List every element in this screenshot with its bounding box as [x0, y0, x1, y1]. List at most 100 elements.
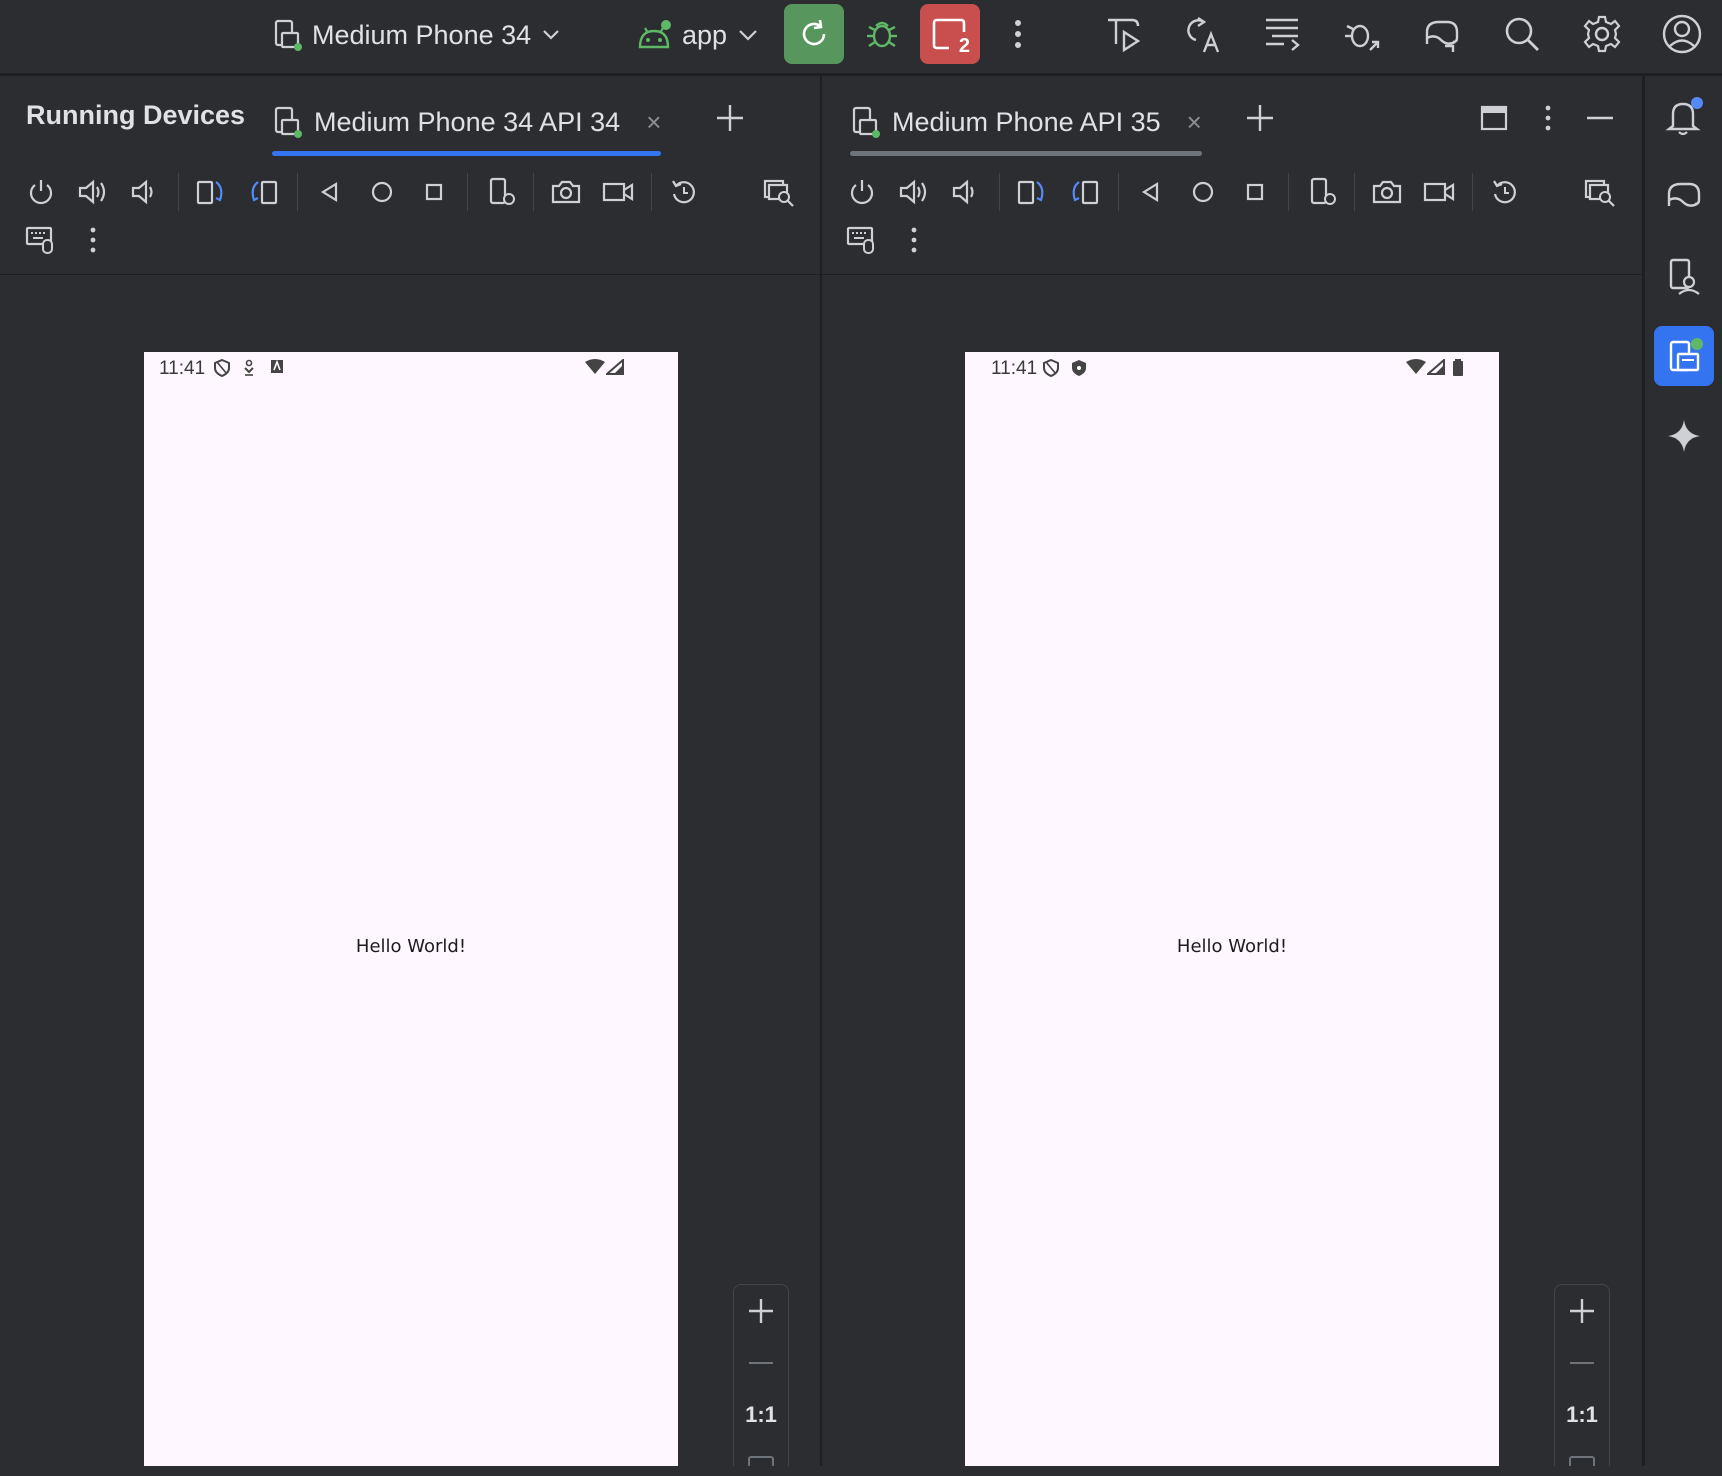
zoom-actual-size-button[interactable]: 1:1 — [734, 1389, 788, 1441]
overview-button[interactable] — [412, 170, 456, 214]
add-device-button[interactable] — [710, 98, 750, 138]
home-button[interactable] — [360, 170, 404, 214]
tool-window-options-button[interactable] — [1528, 98, 1568, 138]
close-tab-icon[interactable]: × — [1187, 107, 1202, 138]
device-inspector-button[interactable] — [1578, 170, 1622, 214]
plus-icon — [717, 105, 743, 131]
video-camera-icon — [602, 182, 634, 202]
home-button[interactable] — [1181, 170, 1225, 214]
overview-button[interactable] — [1233, 170, 1277, 214]
zoom-actual-size-button[interactable]: 1:1 — [1555, 1389, 1609, 1441]
tool-window-title: Running Devices — [26, 100, 246, 130]
back-button[interactable] — [1129, 170, 1173, 214]
more-options-button[interactable] — [892, 218, 936, 262]
device-gear-icon — [489, 177, 515, 205]
plus-icon — [1247, 105, 1273, 131]
keyboard-input-button[interactable] — [840, 218, 884, 262]
signal-icon — [606, 359, 624, 375]
battery-icon — [1453, 359, 1463, 376]
debug-button[interactable] — [852, 4, 912, 64]
screen-record-button[interactable] — [1417, 170, 1461, 214]
minus-icon — [749, 1362, 773, 1364]
rotate-right-button[interactable] — [1062, 170, 1106, 214]
zoom-out-button[interactable] — [734, 1337, 788, 1389]
volume-up-button[interactable] — [892, 170, 936, 214]
triangle-back-icon — [320, 182, 338, 202]
stop-button[interactable]: 2 — [920, 4, 980, 64]
structure-button[interactable] — [1252, 4, 1312, 64]
close-tab-icon[interactable]: × — [646, 107, 661, 138]
gear-icon — [1583, 15, 1621, 53]
screenshot-button[interactable] — [544, 170, 588, 214]
search-icon — [1505, 17, 1539, 51]
app-inspection-tool-button[interactable] — [1654, 166, 1714, 226]
inspect-search-icon — [763, 179, 794, 207]
rotate-left-button[interactable] — [1010, 170, 1054, 214]
tab-medium-phone-api-35[interactable]: Medium Phone API 35 × — [850, 90, 1202, 156]
hide-tool-window-button[interactable] — [1580, 98, 1620, 138]
rotate-right-icon — [251, 180, 278, 205]
keyboard-mouse-icon — [25, 226, 53, 254]
attach-debugger-button[interactable] — [1332, 4, 1392, 64]
rerun-icon — [802, 19, 826, 46]
screen-record-button[interactable] — [596, 170, 640, 214]
volume-down-button[interactable] — [122, 170, 166, 214]
add-device-button[interactable] — [1240, 98, 1280, 138]
zoom-in-button[interactable] — [1555, 1285, 1609, 1337]
volume-up-button[interactable] — [71, 170, 115, 214]
toolbar-separator — [1118, 173, 1119, 211]
device-selector[interactable]: Medium Phone 34 — [272, 14, 561, 56]
snapshot-restore-button[interactable] — [662, 170, 706, 214]
toolbar-separator — [467, 173, 468, 211]
run-config-selector[interactable]: app — [636, 14, 759, 56]
power-button[interactable] — [840, 170, 884, 214]
toolbar-separator — [1354, 173, 1355, 211]
device-settings-button[interactable] — [1302, 170, 1346, 214]
tab-medium-phone-34-api-34[interactable]: Medium Phone 34 API 34 × — [272, 90, 662, 156]
app-inspection-button[interactable] — [1412, 4, 1472, 64]
download-icon — [244, 359, 254, 376]
power-button[interactable] — [19, 170, 63, 214]
gemini-assistant-button[interactable] — [1654, 406, 1714, 466]
translations-button[interactable] — [1174, 4, 1234, 64]
keyboard-input-button[interactable] — [19, 218, 63, 262]
elephant-icon — [1425, 20, 1459, 52]
rotate-right-icon — [1072, 180, 1099, 205]
tab-label: Medium Phone API 35 — [892, 106, 1161, 137]
account-button[interactable] — [1652, 4, 1712, 64]
apply-changes-rerun-button[interactable] — [784, 4, 844, 64]
device-screen-api-35[interactable]: 11:41 Hello World! — [965, 352, 1499, 1476]
screenshot-button[interactable] — [1365, 170, 1409, 214]
volume-up-icon — [78, 179, 106, 205]
profile-app-button[interactable] — [1094, 4, 1154, 64]
signal-icon — [1427, 359, 1445, 375]
device-screen-api-34[interactable]: 11:41 Hello World! — [144, 352, 678, 1476]
toolbar-separator — [533, 173, 534, 211]
run-config-label: app — [682, 19, 728, 50]
notifications-button[interactable] — [1654, 86, 1714, 146]
shield-icon — [214, 359, 230, 377]
rotate-right-button[interactable] — [241, 170, 285, 214]
search-button[interactable] — [1492, 4, 1552, 64]
device-manager-button[interactable] — [1654, 246, 1714, 306]
more-options-button[interactable] — [71, 218, 115, 262]
more-actions-button[interactable] — [988, 4, 1048, 64]
toggle-layout-button[interactable] — [1474, 98, 1514, 138]
volume-down-button[interactable] — [943, 170, 987, 214]
wifi-icon — [585, 359, 605, 374]
settings-button[interactable] — [1572, 4, 1632, 64]
zoom-in-button[interactable] — [734, 1285, 788, 1337]
minus-icon — [1570, 1362, 1594, 1364]
zoom-out-button[interactable] — [1555, 1337, 1609, 1389]
back-button[interactable] — [308, 170, 352, 214]
device-inspector-button[interactable] — [757, 170, 801, 214]
rotate-left-button[interactable] — [189, 170, 233, 214]
history-icon — [672, 180, 695, 204]
toolbar-separator — [999, 173, 1000, 211]
device-settings-button[interactable] — [481, 170, 525, 214]
window-layout-icon — [1480, 105, 1508, 131]
status-bar: 11:41 — [144, 352, 678, 384]
running-devices-tool-button[interactable] — [1654, 326, 1714, 386]
snapshot-restore-button[interactable] — [1483, 170, 1527, 214]
running-devices-panel-right: Medium Phone API 35 × 11:41 Hello World!… — [822, 76, 1642, 1476]
